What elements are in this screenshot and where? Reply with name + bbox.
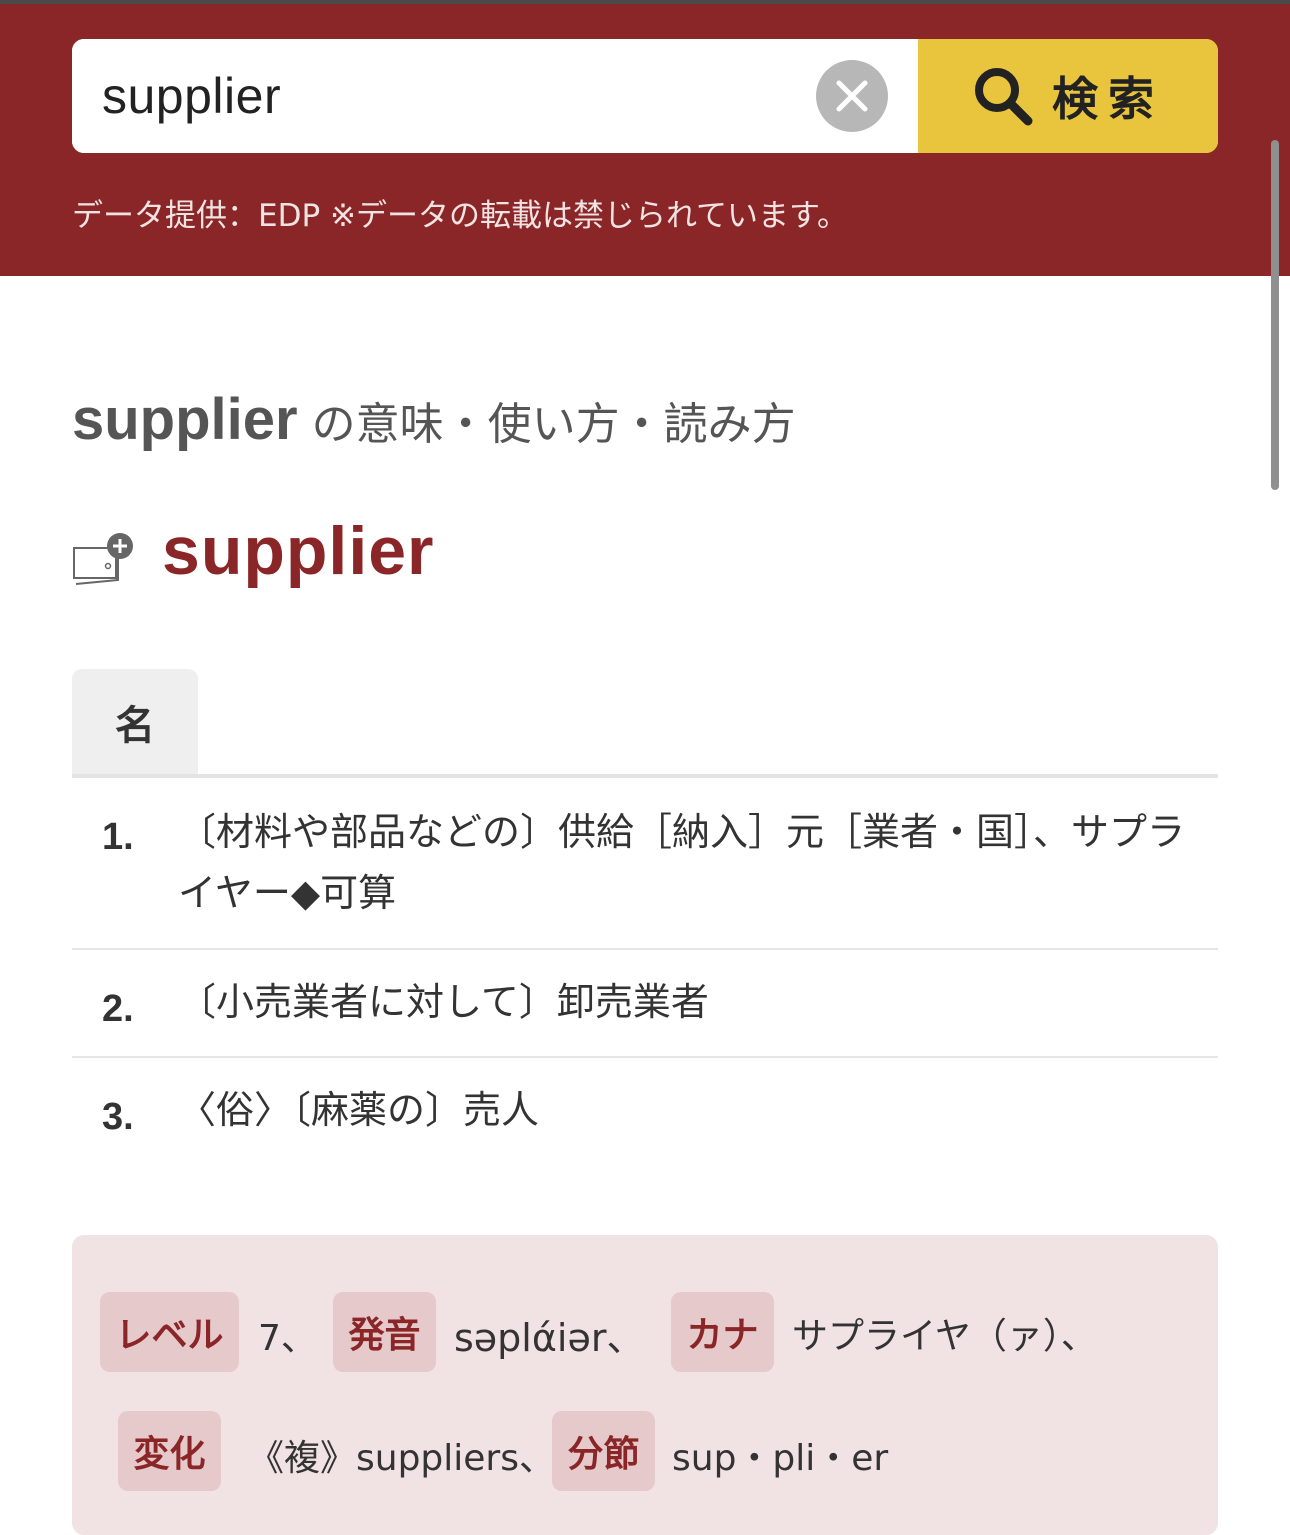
search-icon: [975, 68, 1033, 126]
definition-number: 3.: [102, 1096, 134, 1138]
syllable-value: sup・pli・er: [672, 1438, 889, 1479]
close-icon: [836, 80, 868, 112]
definition-number: 2.: [102, 988, 134, 1030]
inflection-badge: 変化: [118, 1411, 221, 1491]
add-to-wordbook-button[interactable]: [72, 532, 136, 592]
search-bar: 検索: [72, 39, 1218, 153]
definition-text: 〈俗〉〔麻薬の〕売人: [178, 1088, 540, 1132]
page-title-suffix: の意味・使い方・読み方: [311, 399, 796, 450]
search-button-label: 検索: [1052, 72, 1164, 126]
search-button[interactable]: 検索: [918, 39, 1218, 153]
search-input[interactable]: [72, 39, 918, 153]
inflection-value: 《複》suppliers、: [248, 1438, 555, 1479]
pronunciation-value: səplάiər、: [454, 1316, 645, 1360]
kana-value: サプライヤ（ァ）、: [792, 1316, 1097, 1357]
definition-item: 1. 〔材料や部品などの〕供給［納入］元［業者・国］、サプライヤー◆可算: [72, 778, 1218, 948]
header: 検索 データ提供：EDP ※データの転載は禁じられています。: [0, 4, 1290, 276]
headword: supplier: [162, 513, 435, 589]
level-value: 7、: [258, 1318, 317, 1359]
level-badge: レベル: [100, 1292, 239, 1372]
kana-badge: カナ: [671, 1292, 774, 1372]
data-credit: データ提供：EDP ※データの転載は禁じられています。: [72, 198, 848, 234]
syllable-badge: 分節: [552, 1411, 655, 1491]
definition-text: 〔小売業者に対して〕卸売業者: [178, 980, 709, 1024]
definition-number: 1.: [102, 816, 134, 858]
word-info-box: レベル 7、 発音 səplάiər、 カナ サプライヤ（ァ）、 変化 《複》s…: [72, 1235, 1218, 1535]
definition-text: 〔材料や部品などの〕供給［納入］元［業者・国］、サプライヤー◆可算: [178, 810, 1186, 915]
scrollbar[interactable]: [1271, 140, 1279, 490]
pronunciation-badge: 発音: [333, 1292, 436, 1372]
part-of-speech-tab[interactable]: 名: [72, 669, 198, 774]
definition-item: 3. 〈俗〉〔麻薬の〕売人: [72, 1058, 1218, 1168]
definition-item: 2. 〔小売業者に対して〕卸売業者: [72, 950, 1218, 1056]
clear-button[interactable]: [816, 60, 888, 132]
add-to-wordbook-icon: [73, 533, 133, 585]
page-title: supplier の意味・使い方・読み方: [72, 386, 796, 453]
page-title-word: supplier: [72, 387, 298, 452]
